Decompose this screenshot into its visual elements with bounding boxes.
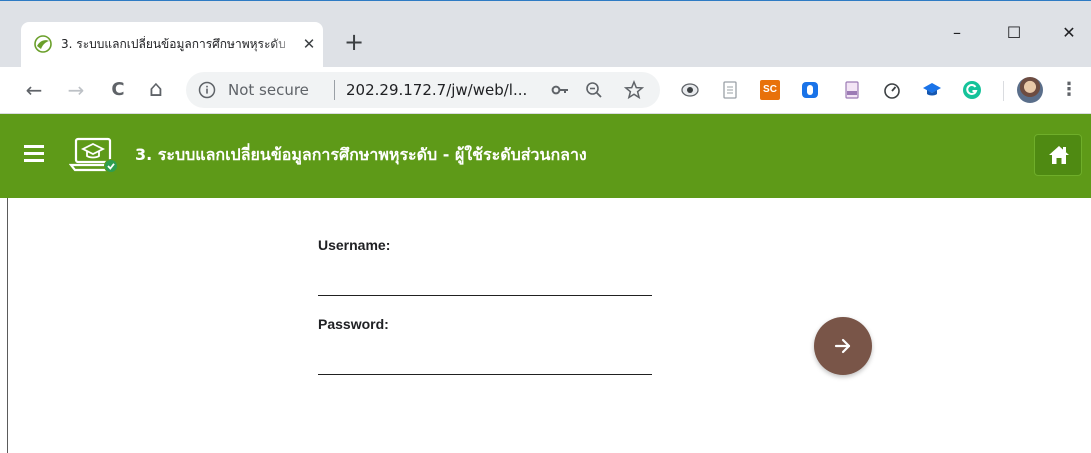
- new-tab-button[interactable]: +: [341, 30, 367, 56]
- main-content: [0, 198, 1091, 453]
- app-title: 3. ระบบแลกเปลี่ยนข้อมูลการศึกษาพหุระดับ …: [135, 145, 587, 164]
- maximize-button[interactable]: ☐: [992, 18, 1036, 48]
- content-left-border: [7, 198, 8, 453]
- password-label: Password:: [318, 316, 389, 332]
- hamburger-menu-icon[interactable]: [24, 145, 44, 165]
- arrow-right-icon: [834, 338, 851, 354]
- grammarly-icon[interactable]: [962, 80, 982, 100]
- document-icon[interactable]: [720, 80, 740, 100]
- browser-menu-button[interactable]: ⋮: [1060, 78, 1078, 102]
- info-icon[interactable]: [198, 81, 216, 99]
- minimize-button[interactable]: –: [935, 18, 979, 48]
- sc-icon[interactable]: SC: [760, 80, 780, 100]
- tab-close-icon[interactable]: ✕: [299, 34, 319, 54]
- key-icon[interactable]: [550, 80, 570, 100]
- bookmark-star-icon[interactable]: [624, 80, 644, 100]
- browser-toolbar: ← → C ⌂ Not secure 202.29.172.7/jw/web/l…: [0, 67, 1091, 114]
- window-close-button[interactable]: ✕: [1047, 18, 1091, 48]
- back-button[interactable]: ←: [22, 78, 46, 102]
- grad-cap-icon[interactable]: [922, 80, 942, 100]
- window-top-border: [0, 0, 1091, 1]
- forward-button[interactable]: →: [64, 78, 88, 102]
- pdf-icon[interactable]: [842, 80, 862, 100]
- zoom-icon[interactable]: [584, 80, 604, 100]
- home-browser-button[interactable]: ⌂: [144, 78, 168, 102]
- security-status: Not secure: [228, 81, 309, 99]
- site-favicon-icon: [34, 35, 52, 53]
- app-header: 3. ระบบแลกเปลี่ยนข้อมูลการศึกษาพหุระดับ …: [0, 114, 1091, 198]
- reload-button[interactable]: C: [106, 78, 130, 102]
- laptop-graduation-logo-icon: [69, 137, 118, 173]
- username-label: Username:: [318, 237, 391, 253]
- browser-tab[interactable]: 3. ระบบแลกเปลี่ยนข้อมูลการศึกษาพหุระดับ …: [21, 22, 323, 67]
- tab-title: 3. ระบบแลกเปลี่ยนข้อมูลการศึกษาพหุระดับ: [61, 37, 286, 51]
- profile-avatar[interactable]: [1017, 77, 1043, 103]
- toolbar-divider: [1003, 81, 1004, 101]
- home-button[interactable]: [1034, 134, 1082, 176]
- address-bar[interactable]: Not secure 202.29.172.7/jw/web/l...: [186, 72, 660, 108]
- password-input[interactable]: [318, 347, 652, 375]
- speedometer-icon[interactable]: [882, 80, 902, 100]
- blue-badge-icon[interactable]: [800, 80, 820, 100]
- url-text[interactable]: 202.29.172.7/jw/web/l...: [346, 81, 546, 99]
- home-icon: [1049, 146, 1069, 164]
- login-submit-button[interactable]: [814, 317, 872, 375]
- address-divider: [334, 80, 335, 100]
- hidden-eye-icon[interactable]: [680, 80, 700, 100]
- username-input[interactable]: [318, 268, 652, 296]
- browser-tab-strip: 3. ระบบแลกเปลี่ยนข้อมูลการศึกษาพหุระดับ …: [0, 0, 1091, 67]
